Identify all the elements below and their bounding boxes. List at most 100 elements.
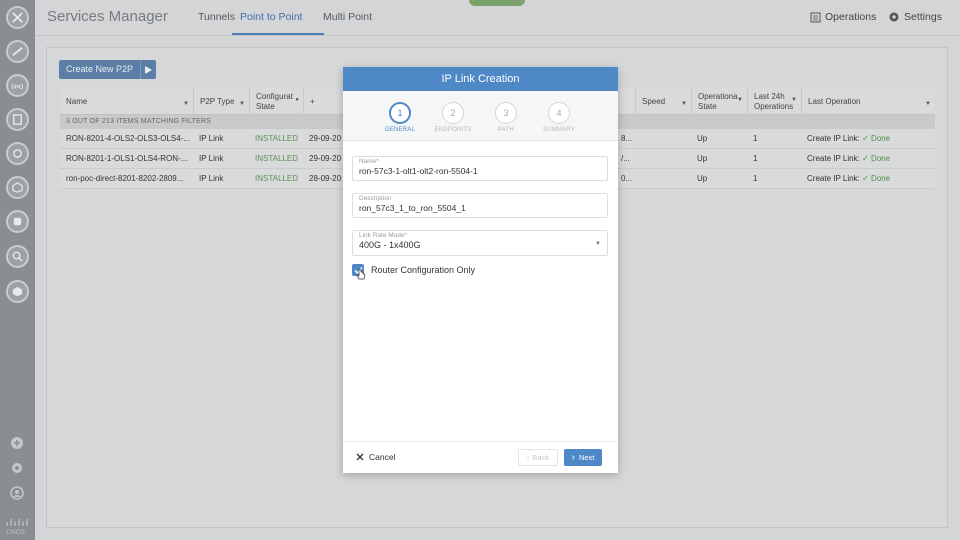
step-label: PATH (498, 127, 514, 133)
row-last24: 1 (753, 134, 758, 143)
step-number: 2 (442, 102, 464, 124)
row-name[interactable]: RON-8201-4-OLS2-OLS3-OLS4-... (60, 129, 193, 149)
row-type: IP Link (199, 134, 224, 143)
row-type: IP Link (199, 154, 224, 163)
row-op-state: Up (697, 174, 708, 183)
left-nav-rail: SHQ CISCO (0, 0, 35, 540)
logo-icon[interactable] (6, 6, 29, 29)
row-last-op: Create IP Link: ✓ Done (807, 174, 891, 183)
step-number: 4 (548, 102, 570, 124)
back-button[interactable]: ‹ Back (518, 449, 558, 466)
row-op-state: Up (697, 134, 708, 143)
chevron-down-icon: ▼ (595, 241, 601, 247)
rate-label: Link Rate Mode* (359, 232, 408, 239)
services-icon[interactable] (6, 142, 29, 165)
settings-label: Settings (904, 11, 942, 23)
step-general[interactable]: 1 GENERAL (375, 102, 425, 133)
close-icon (356, 453, 364, 461)
step-path[interactable]: 3 PATH (481, 102, 531, 133)
tab-tunnels[interactable]: Tunnels (198, 11, 235, 35)
name-field[interactable]: Name* ron-57c3-1-olt1-olt2-ron-5504-1 (352, 156, 608, 181)
name-value: ron-57c3-1-olt1-olt2-ron-5504-1 (359, 166, 478, 176)
create-p2p-label: Create New P2P (59, 60, 141, 79)
next-button[interactable]: › Next (564, 449, 602, 466)
step-label: SUMMARY (543, 127, 575, 133)
col-last24[interactable]: Last 24h Operations ▼ (747, 88, 801, 115)
settings-link[interactable]: Settings (888, 11, 942, 23)
link-rate-select[interactable]: Link Rate Mode* 400G - 1x400G ▼ (352, 230, 608, 256)
tab-multi-point[interactable]: Multi Point (323, 11, 372, 35)
row-config-state: INSTALLED (255, 134, 298, 143)
step-label: GENERAL (384, 127, 416, 133)
col-name[interactable]: Name ▼ (60, 88, 193, 115)
chevron-left-icon: ‹ (526, 453, 530, 462)
dialog-title: IP Link Creation (343, 67, 618, 91)
user-icon[interactable] (10, 486, 24, 500)
row-last24: 1 (753, 154, 758, 163)
search-alert-icon[interactable] (6, 245, 29, 268)
description-field[interactable]: Description ron_57c3_1_to_ron_5504_1 (352, 193, 608, 218)
step-label: ENDPOINTS (434, 127, 472, 133)
tab-point-to-point[interactable]: Point to Point (232, 11, 324, 35)
description-value: ron_57c3_1_to_ron_5504_1 (359, 203, 466, 213)
checkbox-checked[interactable] (352, 264, 366, 280)
row-creation: 29-09-20 (309, 154, 342, 163)
wizard-stepper: 1 GENERAL 2 ENDPOINTS 3 PATH 4 SUMMARY (343, 91, 618, 141)
cancel-label: Cancel (369, 452, 396, 462)
col-config-state[interactable]: Configurat State ● (249, 88, 303, 115)
step-number: 3 (495, 102, 517, 124)
app-title: Services Manager (47, 8, 168, 25)
chevron-right-icon: › (571, 452, 575, 463)
play-icon (140, 60, 157, 79)
database-icon[interactable] (6, 108, 29, 131)
row-name[interactable]: ron-poc-direct-8201-8202-2809... (60, 169, 193, 189)
operations-link[interactable]: Operations (810, 11, 876, 23)
gear-icon (889, 12, 899, 22)
plus-circle-icon[interactable] (10, 436, 24, 450)
row-creation: 28-09-20 (309, 174, 342, 183)
row-type: IP Link (199, 174, 224, 183)
row-truncated: /... (621, 154, 630, 163)
step-number: 1 (389, 102, 411, 124)
create-p2p-button[interactable]: Create New P2P (59, 60, 157, 79)
col-p2p-type[interactable]: P2P Type ▼ (193, 88, 249, 115)
dialog-footer: Cancel ‹ Back › Next (343, 441, 618, 473)
notification-tab[interactable] (469, 0, 525, 6)
row-truncated: 8... (621, 134, 633, 143)
row-config-state: INSTALLED (255, 174, 298, 183)
col-op-state[interactable]: Operationa State ▼ (691, 88, 747, 115)
rate-value: 400G - 1x400G (359, 240, 421, 250)
cisco-logo: CISCO (6, 519, 28, 536)
col-creation[interactable]: + Creatio (303, 88, 343, 125)
next-label: Next (578, 453, 595, 462)
back-label: Back (532, 453, 550, 462)
col-speed[interactable]: Speed ▼ (635, 88, 691, 115)
ip-link-creation-dialog: IP Link Creation 1 GENERAL 2 ENDPOINTS 3… (343, 67, 618, 473)
description-label: Description (359, 195, 392, 202)
name-label: Name* (359, 158, 379, 165)
step-summary[interactable]: 4 SUMMARY (534, 102, 584, 133)
list-icon (810, 12, 821, 22)
row-last24: 1 (753, 174, 758, 183)
row-config-state: INSTALLED (255, 154, 298, 163)
cursor-hand-icon (356, 269, 366, 280)
device-icon[interactable] (6, 210, 29, 233)
row-truncated: 0... (621, 174, 633, 183)
shqii-icon[interactable]: SHQ (6, 74, 29, 97)
col-last-op[interactable]: Last Operation ▼ (801, 88, 935, 115)
topology-icon[interactable] (6, 40, 29, 63)
package-icon[interactable] (6, 280, 29, 303)
checkbox-label: Router Configuration Only (371, 265, 476, 275)
operations-label: Operations (825, 11, 877, 23)
row-last-op: Create IP Link: ✓ Done (807, 134, 891, 143)
row-creation: 29-09-20 (309, 134, 342, 143)
row-op-state: Up (697, 154, 708, 163)
svg-text:CISCO: CISCO (6, 529, 25, 536)
cube-icon[interactable] (6, 176, 29, 199)
row-last-op: Create IP Link: ✓ Done (807, 154, 891, 163)
row-name[interactable]: RON-8201-1-OLS1-OLS4-RON-... (60, 149, 193, 169)
gear-icon[interactable] (10, 461, 24, 475)
step-endpoints[interactable]: 2 ENDPOINTS (428, 102, 478, 133)
router-config-only-checkbox[interactable]: Router Configuration Only (352, 264, 476, 280)
cancel-button[interactable]: Cancel (356, 452, 395, 462)
